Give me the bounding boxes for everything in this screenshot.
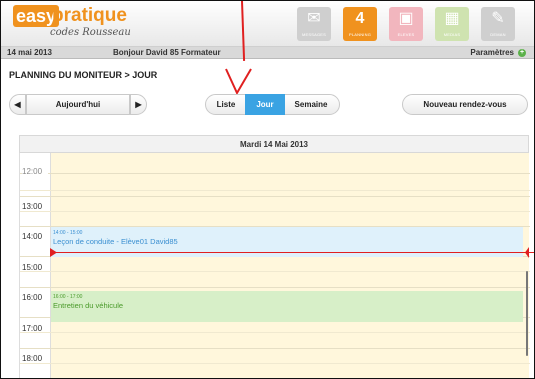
event-time: 16:00 - 17:00: [53, 294, 83, 300]
nav-messages[interactable]: ✉ MESSAGES: [297, 7, 331, 41]
image-icon: ▦: [444, 10, 460, 27]
settings-link[interactable]: Paramètres: [470, 47, 514, 59]
settings-plus-icon[interactable]: +: [518, 49, 526, 57]
vertical-scrollbar[interactable]: [526, 271, 528, 356]
page-title: PLANNING DU MONITEUR > JOUR: [9, 70, 158, 80]
hour-label: 18:00: [22, 354, 48, 363]
hour-label-partial: 12:00: [22, 167, 48, 174]
user-greeting: Bonjour David 85 Formateur: [113, 48, 221, 57]
hour-row: [20, 173, 530, 174]
half-hour-row: [20, 332, 530, 333]
event-time: 14:00 - 15:00: [53, 230, 83, 236]
tab-jour[interactable]: Jour: [245, 94, 285, 115]
tab-semaine[interactable]: Semaine: [285, 94, 337, 115]
hour-label: 13:00: [22, 202, 48, 211]
status-subbar: 14 mai 2013 Bonjour David 85 Formateur P…: [1, 47, 534, 59]
nav-demandes-label: DEMAN: [490, 32, 506, 37]
hour-row: [20, 196, 530, 197]
brand-logo[interactable]: easy pratique codes Rousseau: [13, 5, 133, 41]
calendar-icon: 4: [355, 10, 365, 27]
previous-day-button[interactable]: ◀: [9, 94, 26, 115]
current-time-marker-icon: [50, 248, 57, 257]
current-time-end-icon: [525, 247, 529, 258]
half-hour-row: [20, 190, 530, 191]
nav-planning-label: PLANNING: [348, 32, 372, 37]
event-title: Entretien du véhicule: [53, 301, 124, 310]
event-block[interactable]: 16:00 - 17:00 Entretien du véhicule: [51, 291, 523, 322]
nav-medias[interactable]: ▦ MEDIAS: [435, 7, 469, 41]
new-appointment-button[interactable]: Nouveau rendez-vous: [402, 94, 528, 115]
today-button[interactable]: Aujourd'hui: [26, 94, 130, 115]
event-title: Leçon de conduite - Elève01 David85: [53, 237, 178, 246]
day-header: Mardi 14 Mai 2013: [19, 135, 529, 153]
nav-messages-label: MESSAGES: [301, 32, 327, 37]
app-window: easy pratique codes Rousseau ✉ MESSAGES …: [0, 0, 535, 379]
hour-row: [20, 287, 530, 288]
chevron-left-icon: ◀: [14, 100, 21, 109]
annotation-arrowhead: [225, 68, 252, 96]
day-grid[interactable]: 12:00 13:00 14:00 15:00 16:00 17:00 18:0…: [19, 153, 534, 378]
half-hour-row: [20, 363, 530, 364]
nav-eleves-label: ELEVES: [397, 32, 415, 37]
current-time-line: [50, 252, 534, 253]
envelope-icon: ✉: [307, 10, 321, 27]
hour-label: 16:00: [22, 293, 48, 302]
hour-label: 14:00: [22, 232, 48, 241]
half-hour-row: [20, 211, 530, 212]
logo-sub-text: codes Rousseau: [50, 27, 131, 38]
half-hour-row: [20, 271, 530, 272]
chevron-right-icon: ▶: [135, 100, 142, 109]
nav-planning[interactable]: 4 PLANNING: [343, 7, 377, 41]
top-bar: easy pratique codes Rousseau ✉ MESSAGES …: [1, 1, 534, 47]
hour-row: [20, 348, 530, 349]
nav-eleves[interactable]: ▣ ELEVES: [389, 7, 423, 41]
students-icon: ▣: [398, 10, 414, 27]
logo-accent-text: pratique: [52, 5, 127, 26]
nav-demandes[interactable]: ✎ DEMAN: [481, 7, 515, 41]
tab-liste[interactable]: Liste: [207, 94, 245, 115]
next-day-button[interactable]: ▶: [130, 94, 147, 115]
nav-medias-label: MEDIAS: [443, 32, 461, 37]
current-date: 14 mai 2013: [7, 48, 52, 57]
document-icon: ✎: [491, 10, 505, 27]
